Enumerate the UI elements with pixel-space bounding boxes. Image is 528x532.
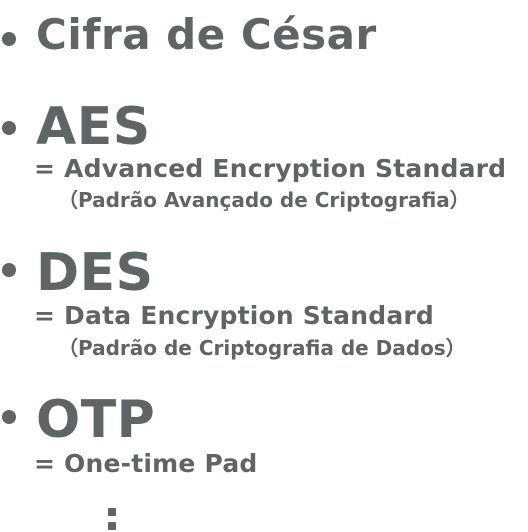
item-title: AES	[36, 97, 151, 157]
item-translation: （Padrão de Criptografia de Dados）	[58, 336, 466, 360]
vertical-ellipsis-icon	[108, 508, 118, 532]
bullet-icon	[2, 410, 16, 424]
item-expansion: = Advanced Encryption Standard	[34, 154, 507, 183]
bullet-icon	[2, 263, 16, 277]
item-title: OTP	[36, 390, 156, 450]
item-title: Cifra de César	[36, 10, 377, 59]
item-title: DES	[36, 243, 154, 303]
bullet-icon	[2, 32, 16, 46]
bullet-icon	[2, 121, 16, 135]
item-expansion: = One-time Pad	[34, 449, 258, 478]
item-expansion: = Data Encryption Standard	[34, 301, 435, 330]
item-translation: （Padrão Avançado de Criptografia）	[58, 188, 470, 212]
